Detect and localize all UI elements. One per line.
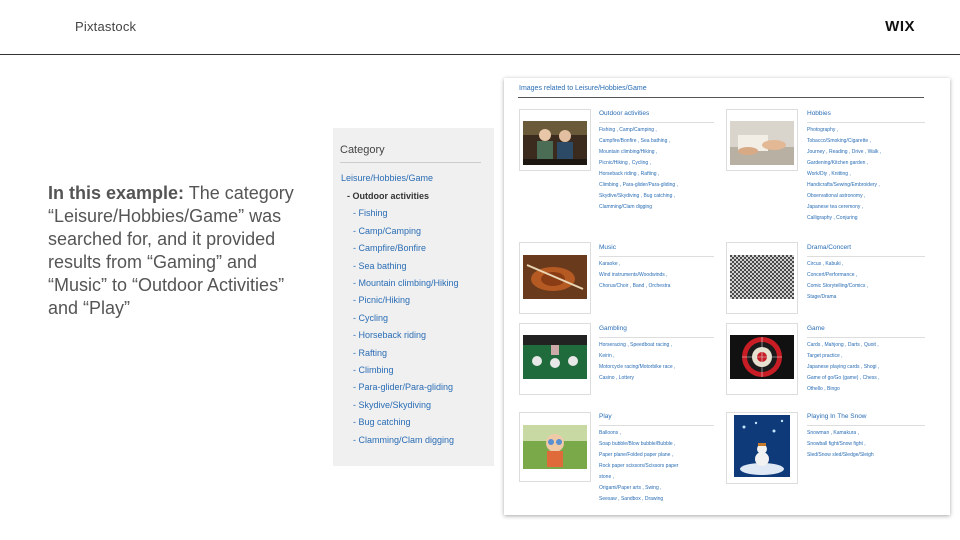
category-item-paragliding[interactable]: - Para-glider/Para-gliding [353,382,453,392]
group-title-hobbies[interactable]: Hobbies [807,110,831,117]
group-links-game[interactable]: Cards , Mahjong , Darts , Quoit , Target… [807,340,880,395]
drama-concert-thumbnail[interactable] [730,255,794,299]
category-item-mountain-climbing[interactable]: - Mountain climbing/Hiking [353,278,459,288]
category-item-clamming[interactable]: - Clamming/Clam digging [353,435,454,445]
example-description: In this example: The category “Leisure/H… [48,182,298,320]
group-links-outdoor-activities[interactable]: Fishing , Camp/Camping , Campfire/Bonfir… [599,125,678,213]
wix-logo: WIX [885,18,915,35]
category-item-rafting[interactable]: - Rafting [353,348,387,358]
outdoor-activities-thumbnail[interactable] [523,121,587,165]
group-divider [807,425,925,426]
description-lead: In this example: [48,183,185,203]
group-title-gambling[interactable]: Gambling [599,325,627,332]
group-title-play[interactable]: Play [599,413,612,420]
results-title: Images related to Leisure/Hobbies/Game [519,85,647,92]
category-item-camp[interactable]: - Camp/Camping [353,226,421,236]
brand-name: Pixtastock [75,19,137,34]
category-item-climbing[interactable]: - Climbing [353,365,394,375]
description-text: The category “Leisure/Hobbies/Game” was … [48,183,294,318]
category-item-outdoor-activities[interactable]: - Outdoor activities [347,191,429,201]
group-links-gambling[interactable]: Horseracing , Speedboat racing , Keirin … [599,340,675,384]
results-divider [518,97,924,98]
category-panel: Category Leisure/Hobbies/Game - Outdoor … [333,128,494,466]
category-item-skydiving[interactable]: - Skydive/Skydiving [353,400,431,410]
category-item-picnic[interactable]: - Picnic/Hiking [353,295,410,305]
group-title-outdoor-activities[interactable]: Outdoor activities [599,110,649,117]
group-divider [807,337,925,338]
group-links-play[interactable]: Balloons , Soap bubble/Blow bubble/Bubbl… [599,428,678,505]
group-divider [807,122,925,123]
category-divider [340,162,481,163]
group-links-music[interactable]: Karaoke , Wind instruments/Woodwinds , C… [599,259,670,292]
hobbies-thumbnail[interactable] [730,121,794,165]
group-divider [599,256,714,257]
group-divider [599,425,714,426]
game-thumbnail[interactable] [730,335,794,379]
top-bar: Pixtastock WIX [0,0,960,55]
category-item-cycling[interactable]: - Cycling [353,313,388,323]
results-panel: Images related to Leisure/Hobbies/Game O… [504,78,950,515]
category-item-fishing[interactable]: - Fishing [353,208,388,218]
group-links-hobbies[interactable]: Photography , Tobacco/Smoking/Cigarette … [807,125,881,224]
group-divider [599,337,714,338]
category-item-bug-catching[interactable]: - Bug catching [353,417,411,427]
playing-in-the-snow-thumbnail[interactable] [734,415,790,477]
category-item-campfire[interactable]: - Campfire/Bonfire [353,243,426,253]
group-title-playing-in-the-snow[interactable]: Playing In The Snow [807,413,867,420]
group-divider [599,122,714,123]
group-divider [807,256,925,257]
group-title-music[interactable]: Music [599,244,616,251]
gambling-thumbnail[interactable] [523,335,587,379]
group-links-playing-in-the-snow[interactable]: Snowman , Kamakura , Snowball fight/Snow… [807,428,874,461]
category-item-sea-bathing[interactable]: - Sea bathing [353,261,407,271]
group-links-drama-concert[interactable]: Circus , Kabuki , Concert/Performance , … [807,259,868,303]
group-title-game[interactable]: Game [807,325,825,332]
category-item-horseback-riding[interactable]: - Horseback riding [353,330,426,340]
group-title-drama-concert[interactable]: Drama/Concert [807,244,851,251]
play-thumbnail[interactable] [523,425,587,469]
category-root-link[interactable]: Leisure/Hobbies/Game [341,173,433,183]
category-title: Category [340,144,385,156]
music-thumbnail[interactable] [523,255,587,299]
